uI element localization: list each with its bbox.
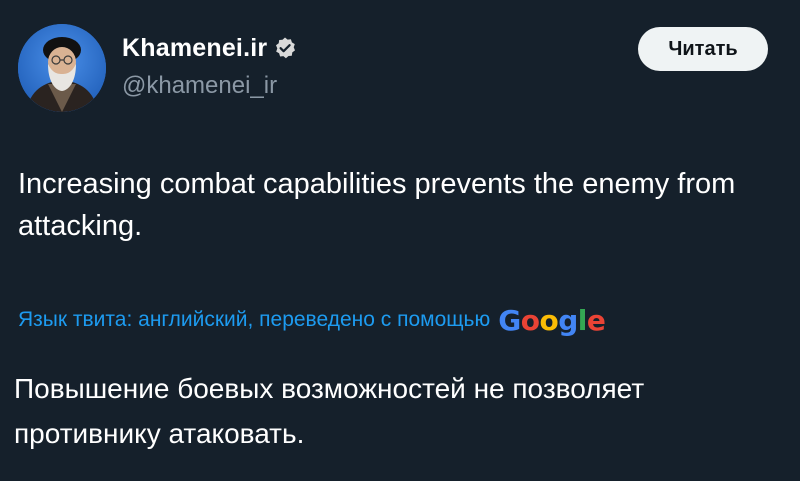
translation-note-label: Язык твита: английский, переведено с пом… <box>18 308 491 331</box>
author-name-row: Khamenei.ir <box>122 30 297 66</box>
author-display-name[interactable]: Khamenei.ir <box>122 34 267 63</box>
google-logo-letter: o <box>539 303 559 337</box>
tweet-text: Increasing combat capabilities prevents … <box>18 168 736 242</box>
google-logo-letter: l <box>577 303 588 337</box>
google-logo-letter: G <box>498 303 521 337</box>
google-logo-letter: o <box>520 303 540 337</box>
translated-tweet-text: Повышение боевых возможностей не позволя… <box>14 373 645 449</box>
google-logo: Google <box>498 303 606 337</box>
google-logo-letter: g <box>558 303 578 337</box>
avatar[interactable] <box>18 24 106 112</box>
google-logo-letter: e <box>586 303 606 337</box>
tweet-card: Khamenei.ir @khamenei_ir Читать Increasi… <box>0 0 800 481</box>
read-button[interactable]: Читать <box>638 27 768 71</box>
author-handle[interactable]: @khamenei_ir <box>122 72 277 100</box>
translation-note[interactable]: Язык твита: английский, переведено с пом… <box>18 303 606 337</box>
verified-badge-icon <box>273 36 297 60</box>
portrait-avatar-icon <box>18 24 106 112</box>
